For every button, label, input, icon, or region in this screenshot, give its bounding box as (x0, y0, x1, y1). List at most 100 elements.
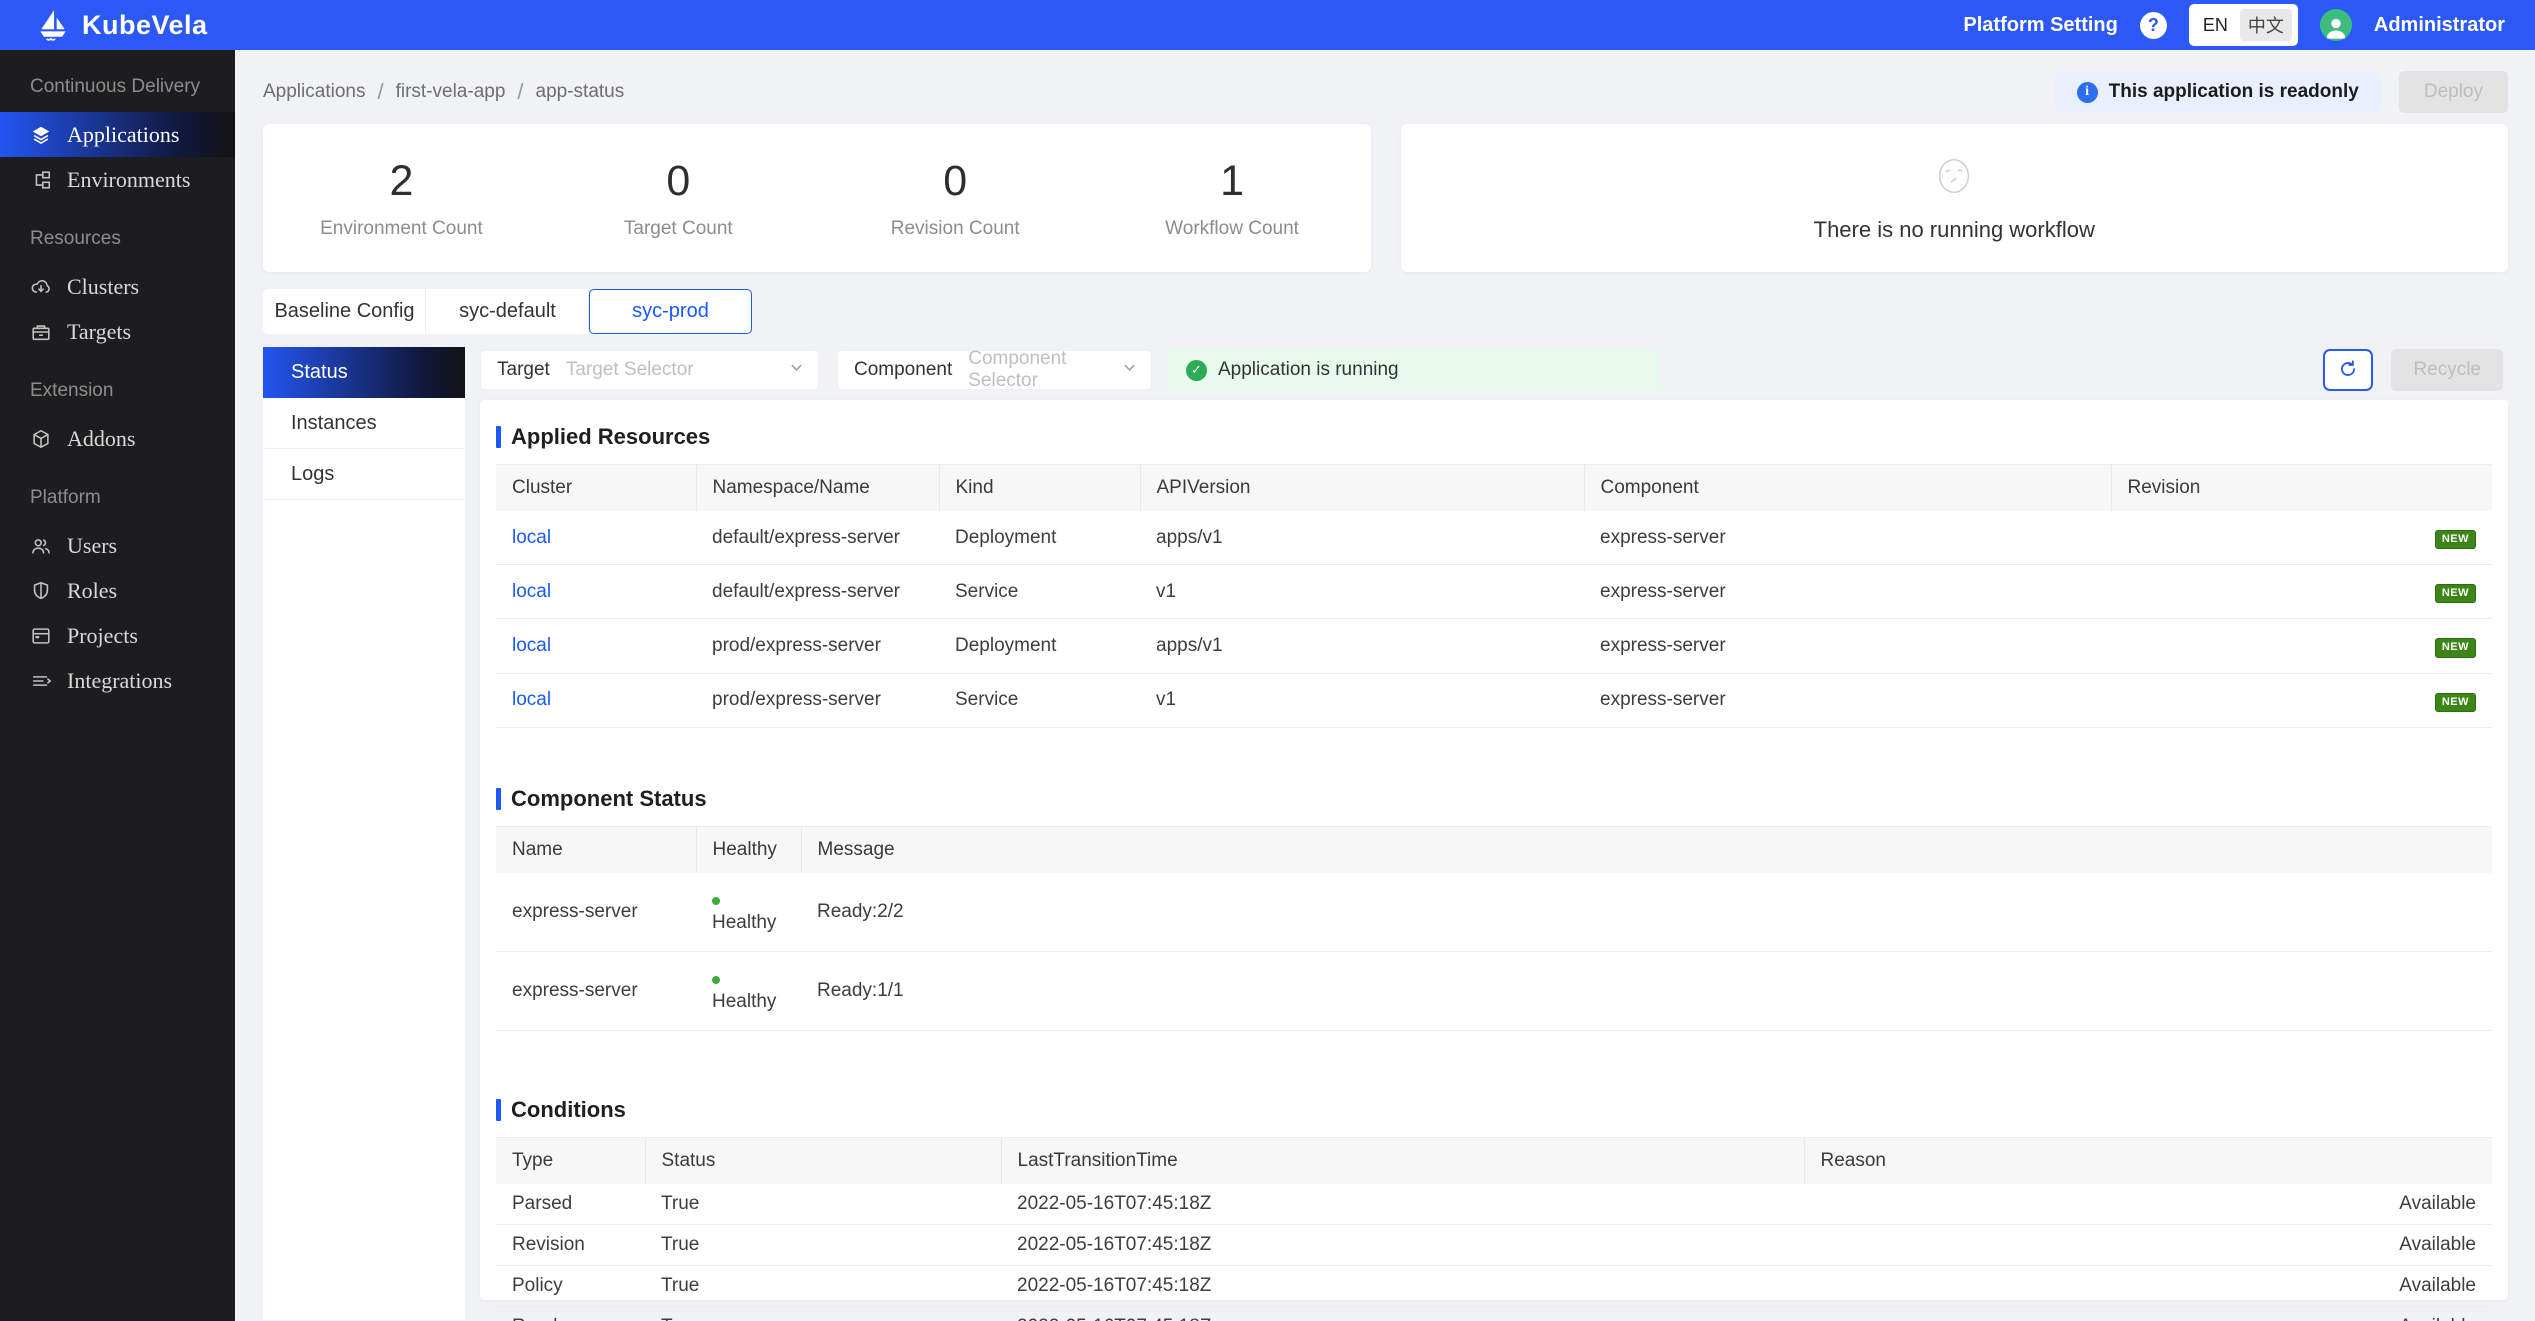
user-name[interactable]: Administrator (2374, 14, 2505, 37)
table-row: local default/express-server Service v1 … (496, 565, 2492, 619)
component-status-title: Component Status (511, 786, 707, 812)
tab-baseline-config[interactable]: Baseline Config (263, 289, 426, 334)
deploy-button[interactable]: Deploy (2399, 71, 2508, 113)
cell-namespace-name: prod/express-server (696, 619, 939, 673)
sidebar-item-addons[interactable]: Addons (0, 416, 235, 461)
breadcrumb-current: app-status (536, 81, 625, 103)
cell-type: Parsed (496, 1184, 645, 1225)
topbar-right: Platform Setting ? EN 中文 Administrator (1963, 4, 2505, 46)
recycle-button[interactable]: Recycle (2391, 349, 2503, 391)
tab-syc-prod[interactable]: syc-prod (589, 289, 752, 334)
sidebar-item-label: Addons (67, 426, 135, 452)
cell-last-transition-time: 2022-05-16T07:45:18Z (1001, 1224, 1804, 1265)
subnav-item-status[interactable]: Status (263, 347, 465, 398)
col-reason: Reason (1804, 1138, 2492, 1184)
page-head: Applications / first-vela-app / app-stat… (235, 60, 2535, 124)
cluster-link[interactable]: local (512, 635, 551, 656)
refresh-button[interactable] (2323, 349, 2373, 391)
cell-apiversion: v1 (1140, 565, 1584, 619)
cell-name: express-server (496, 873, 696, 952)
section-title: Applied Resources (496, 414, 2492, 464)
component-select[interactable]: Component Component Selector (837, 350, 1152, 390)
sidebar-item-users[interactable]: Users (0, 523, 235, 568)
stat-value: 0 (817, 157, 1094, 206)
cell-component: express-server (1584, 619, 2111, 673)
cell-last-transition-time: 2022-05-16T07:45:18Z (1001, 1306, 1804, 1321)
cell-type: Revision (496, 1224, 645, 1265)
col-status: Status (645, 1138, 1001, 1184)
healthy-dot-icon (712, 976, 720, 984)
users-icon (30, 535, 52, 557)
target-select[interactable]: Target Target Selector (480, 350, 819, 390)
sidebar-item-environments[interactable]: Environments (0, 157, 235, 202)
subnav-item-logs[interactable]: Logs (263, 449, 465, 500)
table-header-row: Name Healthy Message (496, 827, 2492, 873)
environment-tabs: Baseline Config syc-default syc-prod (235, 289, 2535, 334)
subnav-item-instances[interactable]: Instances (263, 398, 465, 449)
sidebar-item-targets[interactable]: Targets (0, 309, 235, 354)
cell-apiversion: apps/v1 (1140, 619, 1584, 673)
stat-label: Environment Count (263, 218, 540, 240)
col-message: Message (801, 827, 2492, 873)
cluster-link[interactable]: local (512, 527, 551, 548)
stat-label: Target Count (540, 218, 817, 240)
workflow-panel: There is no running workflow (1401, 124, 2509, 272)
lang-en-button[interactable]: EN (2195, 12, 2236, 39)
subnav: Status Instances Logs (263, 347, 465, 1320)
readonly-text: This application is readonly (2109, 81, 2359, 103)
stat-value: 2 (263, 157, 540, 206)
cell-apiversion: v1 (1140, 673, 1584, 727)
stat-revision-count: 0 Revision Count (817, 157, 1094, 240)
col-type: Type (496, 1138, 645, 1184)
cell-kind: Service (939, 565, 1140, 619)
workflow-empty-text: There is no running workflow (1814, 217, 2095, 243)
info-icon: i (2077, 82, 2098, 103)
refresh-icon (2337, 358, 2359, 383)
tab-syc-default[interactable]: syc-default (426, 289, 589, 334)
new-badge: NEW (2435, 584, 2476, 603)
conditions-title: Conditions (511, 1097, 626, 1123)
healthy-dot-icon (712, 897, 720, 905)
sidebar-section-platform: Platform (0, 461, 235, 523)
sidebar-item-label: Environments (67, 167, 190, 193)
chevron-down-icon (1102, 359, 1137, 381)
healthy-text: Healthy (712, 912, 776, 933)
title-accent-bar (496, 1099, 501, 1121)
table-row: Parsed True 2022-05-16T07:45:18Z Availab… (496, 1184, 2492, 1225)
platform-setting-link[interactable]: Platform Setting (1963, 14, 2117, 37)
sidebar-item-integrations[interactable]: Integrations (0, 658, 235, 703)
sidebar-item-clusters[interactable]: Clusters (0, 264, 235, 309)
table-row: local prod/express-server Service v1 exp… (496, 673, 2492, 727)
breadcrumb-applications[interactable]: Applications (263, 81, 365, 103)
brand[interactable]: KubeVela (36, 8, 208, 42)
cluster-link[interactable]: local (512, 581, 551, 602)
sidebar-item-applications[interactable]: Applications (0, 112, 235, 157)
cloud-download-icon (30, 276, 52, 298)
application-status-text: Application is running (1218, 359, 1399, 381)
applied-resources-title: Applied Resources (511, 424, 710, 450)
cluster-link[interactable]: local (512, 689, 551, 710)
table-row: Policy True 2022-05-16T07:45:18Z Availab… (496, 1265, 2492, 1306)
list-lines-icon (30, 670, 52, 692)
sidebar-item-roles[interactable]: Roles (0, 568, 235, 613)
healthy-text: Healthy (712, 991, 776, 1012)
breadcrumb-app-name[interactable]: first-vela-app (396, 81, 506, 103)
section-title: Conditions (496, 1087, 2492, 1137)
user-avatar[interactable] (2320, 9, 2352, 41)
breadcrumb-separator: / (517, 79, 523, 105)
cell-last-transition-time: 2022-05-16T07:45:18Z (1001, 1184, 1804, 1225)
sidebar-item-projects[interactable]: Projects (0, 613, 235, 658)
help-icon[interactable]: ? (2140, 12, 2167, 39)
section-title: Component Status (496, 776, 2492, 826)
lang-zh-button[interactable]: 中文 (2240, 9, 2292, 41)
sidebar-section-continuous-delivery: Continuous Delivery (0, 50, 235, 112)
summary-cards: 2 Environment Count 0 Target Count 0 Rev… (235, 124, 2535, 272)
cell-message: Ready:1/1 (801, 951, 2492, 1030)
table-row: local prod/express-server Deployment app… (496, 619, 2492, 673)
col-revision: Revision (2111, 465, 2492, 511)
cell-status: True (645, 1265, 1001, 1306)
conditions-section: Conditions Type Status LastTransitionTim… (496, 1087, 2492, 1321)
cell-component: express-server (1584, 673, 2111, 727)
sidebar-item-label: Applications (67, 122, 179, 148)
new-badge: NEW (2435, 638, 2476, 657)
